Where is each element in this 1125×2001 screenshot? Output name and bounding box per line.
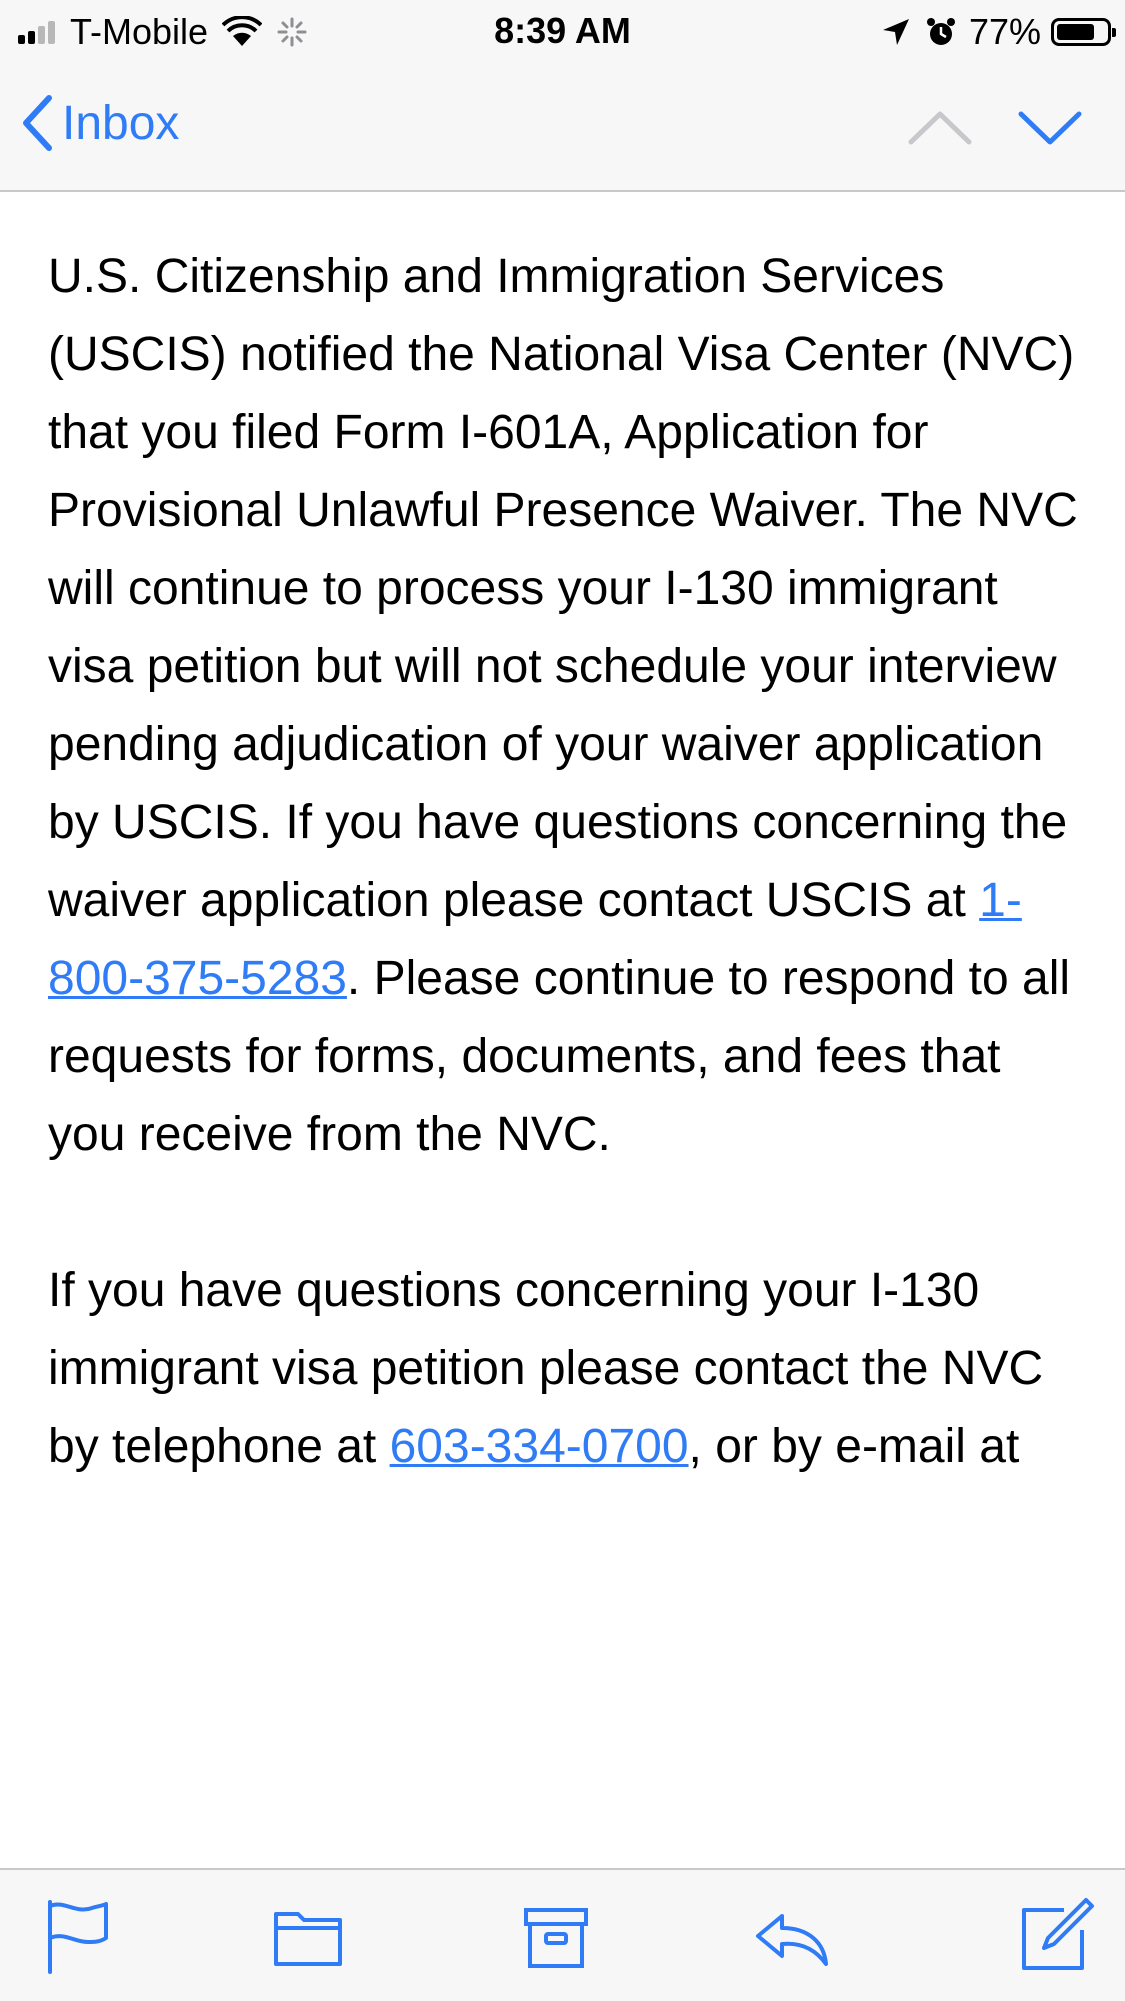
wifi-icon [222,16,263,46]
email-body: U.S. Citizenship and Immigration Service… [48,238,1088,1486]
paragraph-text: U.S. Citizenship and Immigration Service… [48,250,1078,927]
nvc-phone-link[interactable]: 603-334-0700 [390,1420,689,1473]
email-paragraph: U.S. Citizenship and Immigration Service… [48,238,1088,1174]
folder-icon[interactable] [268,1896,348,1976]
activity-spinner-icon [277,17,307,47]
location-arrow-icon [882,19,909,45]
back-button-label: Inbox [62,96,180,150]
chevron-down-icon[interactable] [1015,100,1085,156]
status-bar: T-Mobile 8:39 AM 77% [0,0,1125,64]
status-bar-right: 77% [881,10,1116,54]
signal-icon [18,20,58,44]
chevron-up-icon[interactable] [905,100,975,156]
navigation-bar: Inbox [0,64,1125,192]
battery-percent: 77% [968,11,1041,52]
carrier-name: T-Mobile [70,11,209,52]
back-to-inbox-button[interactable]: Inbox [20,94,179,152]
paragraph-text: , or by e-mail at [688,1420,1020,1473]
reply-icon[interactable] [752,1896,832,1976]
message-navigation [865,100,1085,156]
bottom-toolbar [0,1868,1125,2001]
archive-icon[interactable] [516,1896,596,1976]
flag-icon[interactable] [40,1896,120,1976]
compose-icon[interactable] [1016,1896,1096,1976]
chevron-left-icon [23,95,52,151]
status-bar-left: T-Mobile [18,10,308,54]
battery-icon [1051,18,1116,46]
email-paragraph: If you have questions concerning your I-… [48,1252,1088,1486]
alarm-icon [926,18,955,45]
